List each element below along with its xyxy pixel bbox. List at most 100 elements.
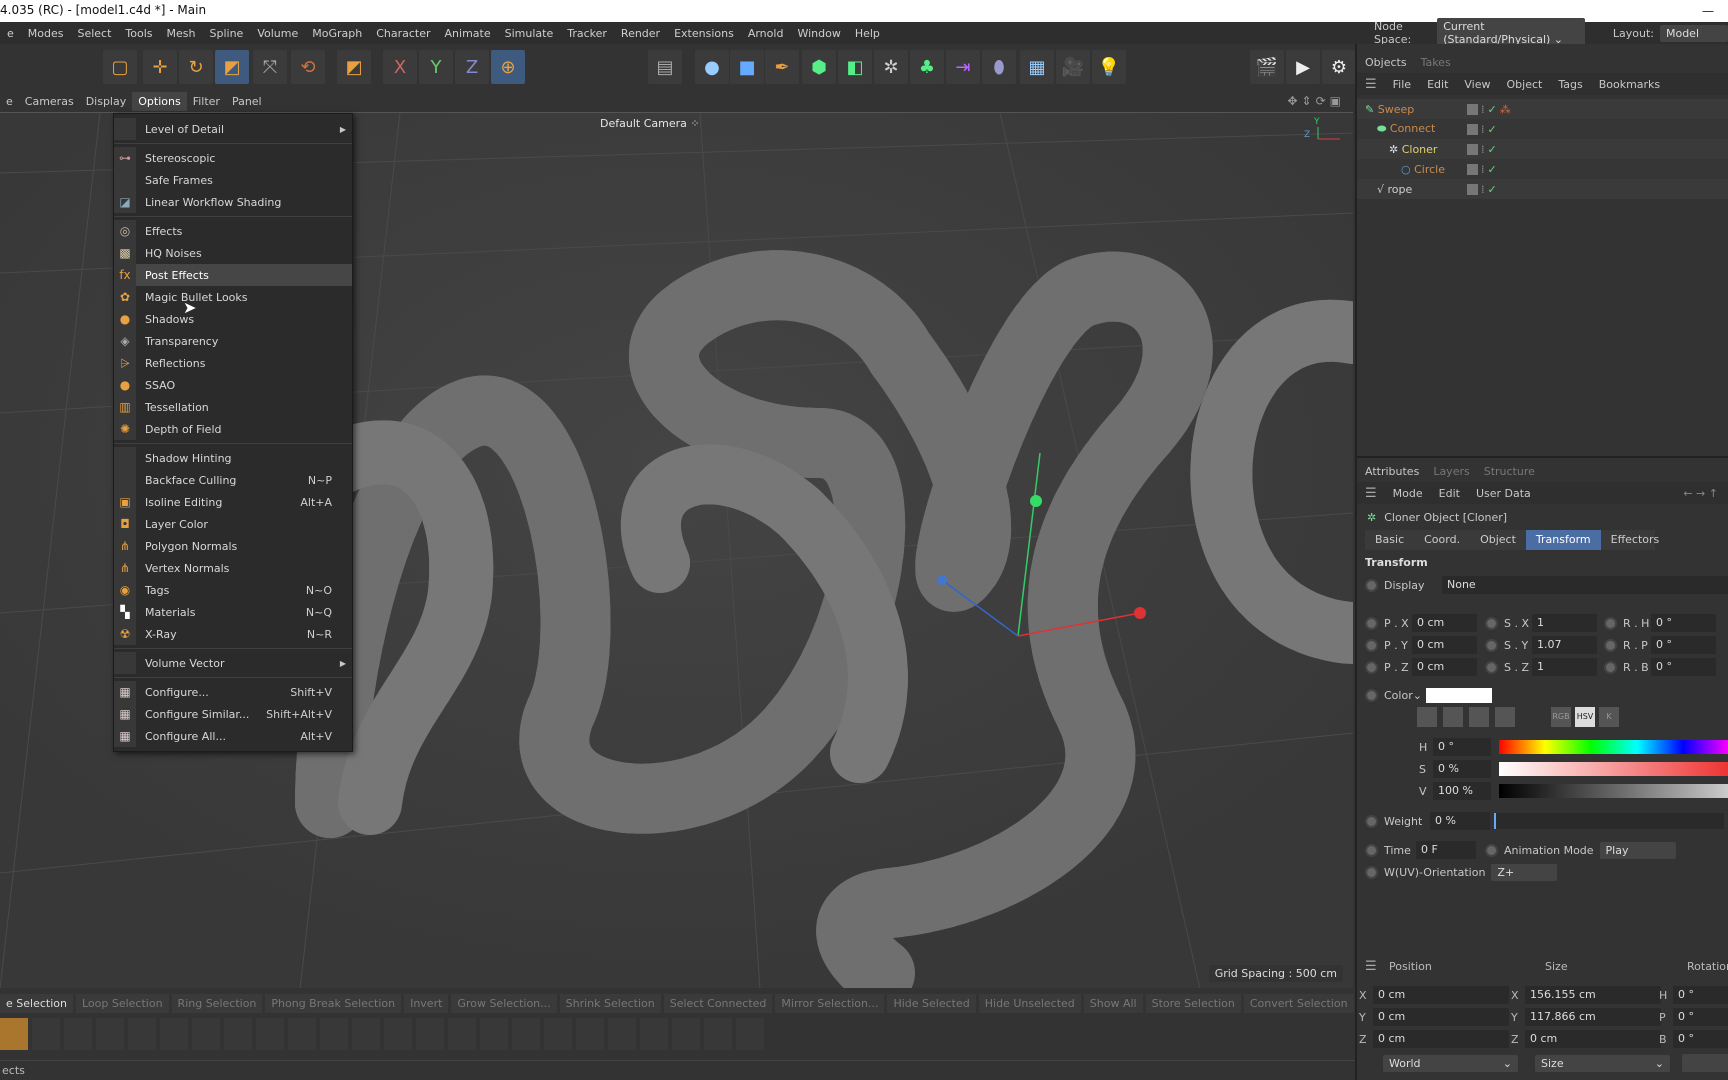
hamburger-icon[interactable]: ☰ <box>1365 959 1377 974</box>
x-axis-lock-icon[interactable]: X <box>383 50 417 84</box>
minimize-button[interactable]: — <box>1702 4 1714 18</box>
mesh-tool-icon[interactable] <box>544 1018 572 1050</box>
viewport-menu-cameras[interactable]: Cameras <box>19 92 80 111</box>
menu-item-depth-of-field[interactable]: ✺ Depth of Field <box>114 418 352 440</box>
animation-mode-animate-radio[interactable] <box>1485 843 1498 857</box>
mesh-tool-icon[interactable] <box>480 1018 508 1050</box>
attributes-menu-mode[interactable]: Mode <box>1393 487 1423 500</box>
mesh-tool-icon[interactable] <box>448 1018 476 1050</box>
menu-mesh[interactable]: Mesh <box>160 27 203 40</box>
pos-x-field[interactable]: 0 cm <box>1373 986 1509 1004</box>
scale-tool-icon[interactable]: ◩ <box>215 50 249 84</box>
pos-y-field[interactable]: 0 cm <box>1373 1008 1509 1026</box>
subtab-coord[interactable]: Coord. <box>1414 530 1470 550</box>
mesh-tool-icon[interactable] <box>224 1018 252 1050</box>
menu-item-layer-color[interactable]: ◘ Layer Color <box>114 513 352 535</box>
selection-command-button[interactable]: Hide Selected <box>887 993 976 1013</box>
move-tool-icon[interactable]: ✛ <box>143 50 177 84</box>
menu-e[interactable]: e <box>0 27 21 40</box>
color-wheel-icon[interactable] <box>1443 707 1463 727</box>
object-name[interactable]: ⬬ Connect <box>1377 122 1435 136</box>
selection-command-button[interactable]: Select Connected <box>663 993 773 1013</box>
menu-item-configure-all[interactable]: ▦ Configure All... Alt+V <box>114 725 352 747</box>
menu-item-shadow-hinting[interactable]: Shadow Hinting <box>114 447 352 469</box>
tab-attributes[interactable]: Attributes <box>1365 465 1419 478</box>
menu-render[interactable]: Render <box>614 27 667 40</box>
mesh-tool-icon[interactable] <box>608 1018 636 1050</box>
time-field[interactable]: 0 F <box>1416 841 1476 859</box>
r-field[interactable]: 0 ° <box>1651 636 1716 654</box>
object-row-sweep[interactable]: ✎ Sweep ⁞ ✓ ⁂ <box>1357 99 1728 119</box>
menu-item-tessellation[interactable]: ▥ Tessellation <box>114 396 352 418</box>
image-picker-icon[interactable] <box>1495 707 1515 727</box>
menu-item-tags[interactable]: ◉ Tags N~O <box>114 579 352 601</box>
object-name[interactable]: ✎ Sweep <box>1365 103 1414 116</box>
editor-visibility-icon[interactable] <box>1467 163 1478 175</box>
cloner-icon[interactable]: ✲ <box>874 50 908 84</box>
position-mode-dropdown[interactable]: World ⌄ <box>1383 1054 1518 1072</box>
h-slider[interactable] <box>1499 740 1728 754</box>
tag-icon[interactable]: ⁂ <box>1500 103 1511 116</box>
menu-item-configure-similar[interactable]: ▦ Configure Similar... Shift+Alt+V <box>114 703 352 725</box>
weight-slider[interactable] <box>1494 813 1724 829</box>
transform-tool-icon[interactable]: ⤧ <box>253 50 287 84</box>
size-y-field[interactable]: 117.866 cm <box>1525 1008 1661 1026</box>
viewport-nav-icons[interactable]: ✥⇕⟳▣ <box>1287 94 1345 108</box>
s-field[interactable]: 1 <box>1532 658 1597 676</box>
menu-animate[interactable]: Animate <box>438 27 498 40</box>
hsv-mode-button[interactable]: HSV <box>1575 707 1595 727</box>
s-field[interactable]: 0 % <box>1433 760 1491 778</box>
z-axis-lock-icon[interactable]: Z <box>455 50 489 84</box>
menu-item-linear-workflow-shading[interactable]: ◪ Linear Workflow Shading <box>114 191 352 213</box>
y-axis-lock-icon[interactable]: Y <box>419 50 453 84</box>
cube-icon[interactable]: ■ <box>730 50 764 84</box>
visibility-dots-icon[interactable]: ⁞ <box>1481 183 1485 196</box>
object-row-circle[interactable]: ○ Circle ⁞ ✓ <box>1357 159 1728 179</box>
objects-menu-edit[interactable]: Edit <box>1427 78 1448 91</box>
mograph-icon[interactable]: ♣ <box>910 50 944 84</box>
animation-mode-dropdown[interactable]: Play <box>1599 841 1676 859</box>
render-settings-icon[interactable]: ⚙ <box>1322 50 1356 84</box>
color-animate-radio[interactable] <box>1365 688 1378 702</box>
subdivision-icon[interactable]: ⬢ <box>802 50 836 84</box>
model-mode-icon[interactable]: ◩ <box>337 50 371 84</box>
menu-select[interactable]: Select <box>70 27 118 40</box>
floor-icon[interactable]: ▦ <box>1020 50 1054 84</box>
objects-menu-file[interactable]: File <box>1393 78 1411 91</box>
mesh-tool-icon[interactable] <box>352 1018 380 1050</box>
size-z-field[interactable]: 0 cm <box>1525 1030 1661 1048</box>
viewport-menu-panel[interactable]: Panel <box>226 92 268 111</box>
p-field[interactable]: 0 cm <box>1412 614 1477 632</box>
render-view-icon[interactable]: 🎬 <box>1250 50 1284 84</box>
mesh-tool-icon[interactable] <box>288 1018 316 1050</box>
mesh-tool-icon[interactable] <box>96 1018 124 1050</box>
viewport-menu-e[interactable]: e <box>0 92 19 111</box>
menu-tools[interactable]: Tools <box>118 27 159 40</box>
uv-orientation-animate-radio[interactable] <box>1365 865 1378 879</box>
tab-layers[interactable]: Layers <box>1433 465 1469 478</box>
null-object-icon[interactable]: ● <box>695 50 729 84</box>
mesh-tool-icon[interactable] <box>512 1018 540 1050</box>
object-row-connect[interactable]: ⬬ Connect ⁞ ✓ <box>1357 119 1728 139</box>
subtab-transform[interactable]: Transform <box>1525 530 1601 550</box>
camera-label[interactable]: Default Camera ⁘ <box>600 117 700 130</box>
render-region-icon[interactable]: ▤ <box>648 50 682 84</box>
mesh-tool-icon[interactable] <box>320 1018 348 1050</box>
tab-takes[interactable]: Takes <box>1421 56 1451 69</box>
viewport-menu-filter[interactable]: Filter <box>187 92 226 111</box>
mesh-tool-icon[interactable] <box>672 1018 700 1050</box>
selection-command-button[interactable]: Invert <box>404 993 449 1013</box>
object-row-rope[interactable]: √ rope ⁞ ✓ <box>1357 179 1728 199</box>
menu-spline[interactable]: Spline <box>203 27 251 40</box>
object-name[interactable]: ○ Circle <box>1401 163 1445 176</box>
layout-dropdown[interactable]: Model <box>1659 24 1728 42</box>
enabled-check-icon[interactable]: ✓ <box>1488 143 1497 156</box>
back-forward-up-icons[interactable]: ← → ↑ <box>1683 487 1718 500</box>
menu-mograph[interactable]: MoGraph <box>305 27 369 40</box>
mesh-tool-icon[interactable] <box>128 1018 156 1050</box>
menu-item-magic-bullet-looks[interactable]: ✿ Magic Bullet Looks <box>114 286 352 308</box>
selection-command-button[interactable]: Hide Unselected <box>978 993 1081 1013</box>
mesh-tool-icon[interactable] <box>32 1018 60 1050</box>
size-mode-dropdown[interactable]: Size ⌄ <box>1535 1054 1670 1072</box>
selection-command-button[interactable]: Loop Selection <box>75 993 169 1013</box>
